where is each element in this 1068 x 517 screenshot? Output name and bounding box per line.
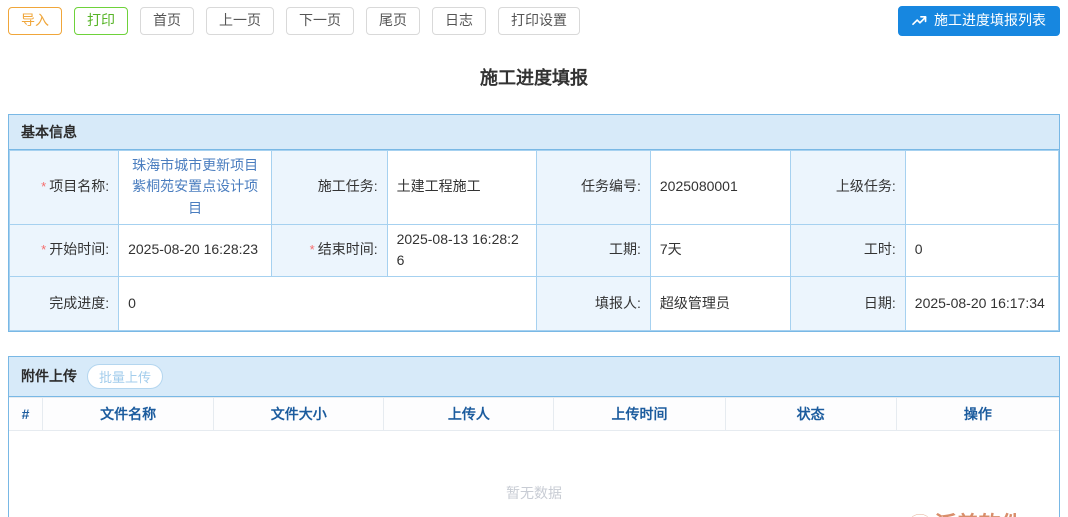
page-title: 施工进度填报 bbox=[480, 67, 588, 88]
print-button[interactable]: 打印 bbox=[74, 7, 128, 35]
first-page-button[interactable]: 首页 bbox=[140, 7, 194, 35]
basic-info-section-header: 基本信息 bbox=[9, 114, 1059, 150]
basic-info-table: * 项目名称: 珠海市城市更新项目紫桐苑安置点设计项目 施工任务: 土建工程施工 … bbox=[8, 149, 1060, 331]
progress-report-list-button[interactable]: 施工进度填报列表 bbox=[898, 6, 1060, 36]
progress-report-list-label: 施工进度填报列表 bbox=[934, 12, 1046, 28]
attachments-header-row: # 文件名称 文件大小 上传人 上传时间 状态 操作 bbox=[9, 396, 1059, 431]
required-mark: * bbox=[41, 242, 47, 258]
attachments-section-header: 附件上传 批量上传 bbox=[9, 356, 1059, 397]
fanpu-logo: 泛普软件 www.fanpusoft.com bbox=[898, 512, 1055, 517]
attachments-section-title: 附件上传 bbox=[21, 368, 77, 385]
attachments-table: # 文件名称 文件大小 上传人 上传时间 状态 操作 bbox=[9, 396, 1059, 431]
col-index: # bbox=[9, 396, 44, 431]
print-settings-button[interactable]: 打印设置 bbox=[498, 7, 580, 35]
progress-label: 完成进度: bbox=[8, 275, 120, 331]
parent-task-label: 上级任务: bbox=[790, 149, 906, 225]
col-status: 状态 bbox=[724, 396, 897, 431]
attachments-panel: 附件上传 批量上传 # 文件名称 文件大小 上传人 上传时间 状态 操作 暂无数… bbox=[8, 355, 1060, 517]
last-page-button[interactable]: 尾页 bbox=[366, 7, 420, 35]
date-label: 日期: bbox=[790, 275, 906, 331]
toolbar: 导入 打印 首页 上一页 下一页 尾页 日志 打印设置 施工进度填报列表 bbox=[0, 0, 1068, 40]
project-name-cell: 珠海市城市更新项目紫桐苑安置点设计项目 bbox=[118, 149, 273, 225]
end-time-label: * 结束时间: bbox=[271, 223, 388, 277]
next-page-button[interactable]: 下一页 bbox=[286, 7, 354, 35]
fanpu-logo-text: 泛普软件 www.fanpusoft.com bbox=[935, 513, 1055, 517]
reporter-label: 填报人: bbox=[535, 275, 651, 331]
end-time-value: 2025-08-13 16:28:26 bbox=[386, 223, 537, 277]
fanpu-brand: 泛普软件 bbox=[935, 513, 1023, 517]
duration-label: 工期: bbox=[535, 223, 651, 277]
parent-task-value bbox=[904, 149, 1060, 225]
col-actions: 操作 bbox=[895, 396, 1059, 431]
empty-state-text: 暂无数据 bbox=[506, 484, 562, 501]
start-time-label: * 开始时间: bbox=[8, 223, 120, 277]
col-upload-time: 上传时间 bbox=[553, 396, 726, 431]
trending-up-icon bbox=[912, 16, 927, 26]
attachments-empty-area: 暂无数据 泛普软件 www.fanpusoft.com bbox=[9, 430, 1059, 517]
import-button[interactable]: 导入 bbox=[8, 7, 62, 35]
work-hours-value: 0 bbox=[904, 223, 1060, 277]
basic-info-panel: 基本信息 * 项目名称: 珠海市城市更新项目紫桐苑安置点设计项目 施工任务: 土建… bbox=[8, 113, 1060, 332]
construction-task-value: 土建工程施工 bbox=[386, 149, 537, 225]
fanpu-logo-icon bbox=[911, 513, 929, 517]
prev-page-button[interactable]: 上一页 bbox=[206, 7, 274, 35]
duration-value: 7天 bbox=[649, 223, 792, 277]
project-name-link[interactable]: 珠海市城市更新项目紫桐苑安置点设计项目 bbox=[132, 157, 258, 216]
date-value: 2025-08-20 16:17:34 bbox=[904, 275, 1060, 331]
required-mark: * bbox=[309, 242, 315, 258]
work-hours-label: 工时: bbox=[790, 223, 906, 277]
construction-task-label: 施工任务: bbox=[271, 149, 388, 225]
col-uploader: 上传人 bbox=[383, 396, 555, 431]
reporter-value: 超级管理员 bbox=[649, 275, 792, 331]
log-button[interactable]: 日志 bbox=[432, 7, 486, 35]
task-no-value: 2025080001 bbox=[649, 149, 792, 225]
required-mark: * bbox=[41, 179, 47, 195]
project-name-label: * 项目名称: bbox=[8, 149, 120, 225]
progress-value: 0 bbox=[118, 275, 537, 331]
col-file-name: 文件名称 bbox=[42, 396, 215, 431]
basic-info-section-title: 基本信息 bbox=[21, 123, 77, 140]
batch-upload-button[interactable]: 批量上传 bbox=[87, 363, 164, 389]
task-no-label: 任务编号: bbox=[535, 149, 651, 225]
col-file-size: 文件大小 bbox=[213, 396, 385, 431]
start-time-value: 2025-08-20 16:28:23 bbox=[118, 223, 273, 277]
